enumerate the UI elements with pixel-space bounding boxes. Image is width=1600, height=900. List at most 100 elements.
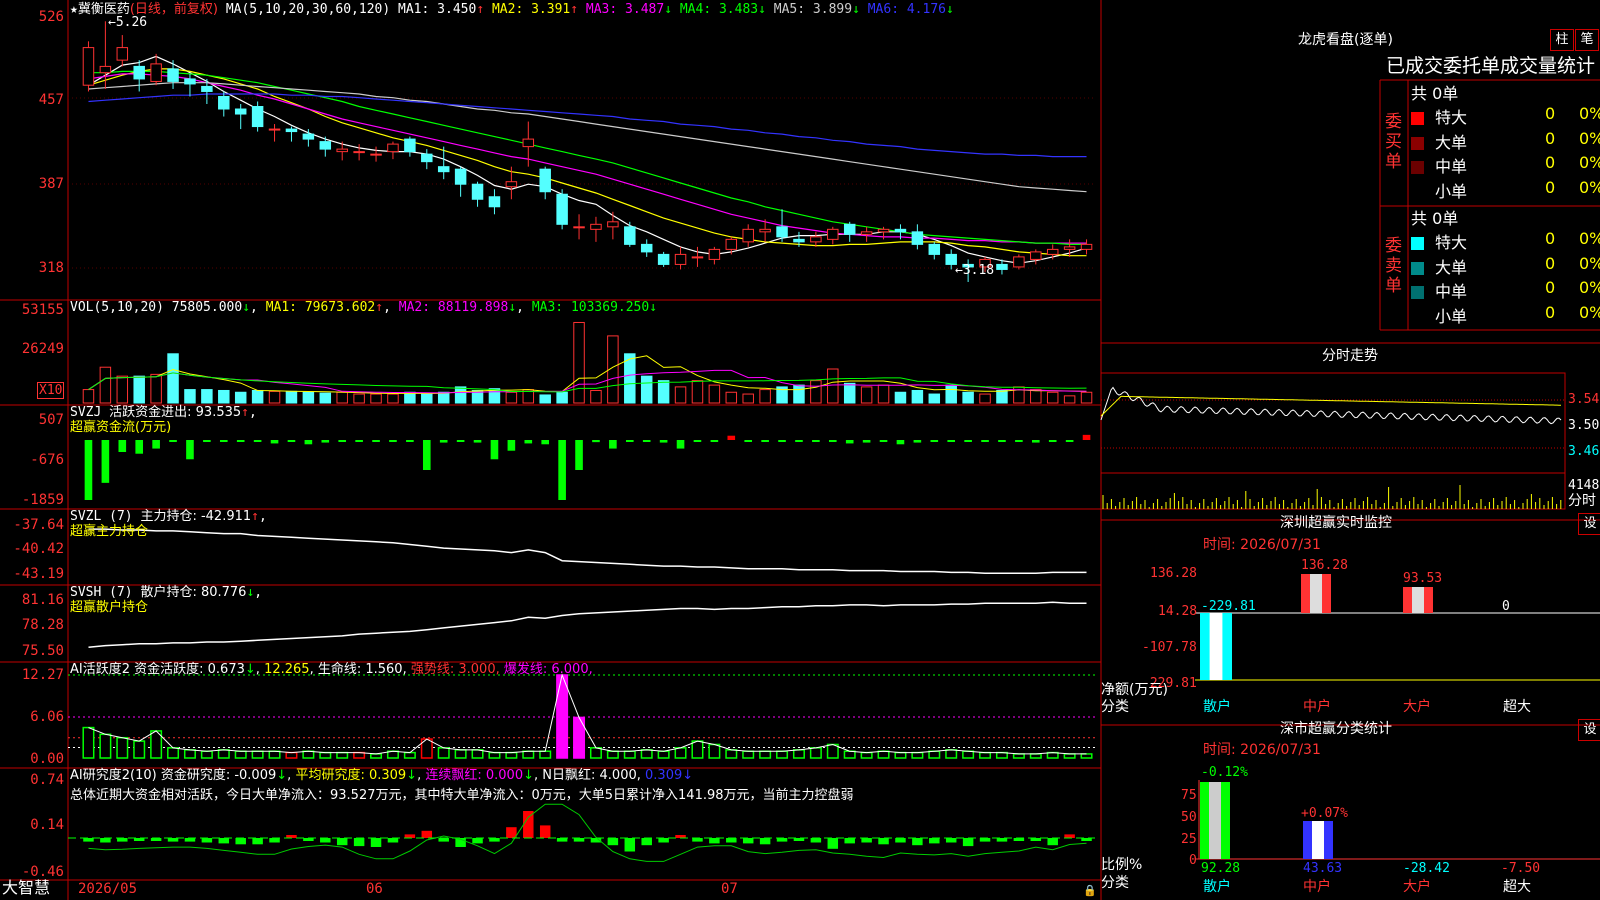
svzl-subtitle: 超赢主力持仓 bbox=[70, 524, 149, 539]
candle-body bbox=[201, 85, 213, 92]
ai2-bar bbox=[844, 838, 855, 844]
svzj-axis-label: -676 bbox=[30, 452, 64, 468]
sz-category: 中户 bbox=[1303, 699, 1331, 715]
ai1-bar bbox=[217, 749, 230, 759]
sz-axis-label: 14.28 bbox=[1158, 604, 1198, 619]
tick-mode-button[interactable]: 笔 bbox=[1575, 29, 1599, 51]
candle-body bbox=[725, 238, 738, 250]
svzj-bar bbox=[642, 440, 651, 442]
candle-body bbox=[827, 228, 839, 240]
bar-mode-button[interactable]: 柱 bbox=[1550, 29, 1574, 51]
ai1-bar bbox=[995, 751, 1008, 759]
ai2-bar bbox=[421, 830, 433, 838]
ai2-bar bbox=[573, 838, 585, 842]
high-marker-value: 5.26 bbox=[115, 15, 148, 30]
candle-body bbox=[894, 228, 907, 233]
candle-body bbox=[302, 133, 315, 140]
order-pct: 0% bbox=[1579, 229, 1600, 248]
main-chart-canvas[interactable] bbox=[0, 0, 1600, 900]
svzj-name: 活跃资金进出: 93.535 bbox=[109, 405, 242, 420]
sz-cat-title: 分类 bbox=[1101, 699, 1129, 715]
ai2-bar bbox=[184, 838, 196, 842]
vol-unit-badge[interactable]: X10 bbox=[37, 382, 65, 399]
svzj-bar bbox=[101, 440, 110, 483]
svzl-line bbox=[88, 528, 1087, 575]
lock-icon[interactable]: 🔒 bbox=[1083, 883, 1097, 898]
ai1-bar bbox=[133, 740, 146, 759]
vol-value: 75805.000 bbox=[171, 300, 243, 315]
candle-body bbox=[234, 108, 247, 115]
low-marker-value: 3.18 bbox=[962, 263, 995, 278]
volume-bar bbox=[928, 393, 941, 404]
cls-stats-title: 深市超赢分类统计 bbox=[1280, 721, 1392, 737]
ma-line-1 bbox=[88, 55, 1087, 264]
svzj-bar bbox=[778, 440, 786, 442]
candle-body bbox=[793, 238, 805, 243]
volume-bar bbox=[336, 391, 348, 404]
volume-bar bbox=[218, 389, 230, 404]
order-pct: 0% bbox=[1579, 104, 1600, 123]
ai1-bar bbox=[1012, 753, 1025, 759]
ai1-title: AI活跃度2 bbox=[70, 662, 130, 677]
svsh-line bbox=[88, 601, 1087, 649]
panel-frame bbox=[0, 0, 1600, 900]
svzl-header: SVZL (7) 主力持仓: -42.911↑, bbox=[70, 509, 267, 524]
ai1-bar bbox=[1063, 753, 1076, 759]
svzj-bar bbox=[812, 440, 820, 442]
ai1-bar bbox=[606, 750, 619, 759]
candle-body bbox=[336, 148, 348, 153]
ai1-bar bbox=[759, 750, 772, 759]
order-row: 大单 0 0% bbox=[1411, 128, 1600, 152]
volume-bar bbox=[150, 373, 162, 404]
svzj-bar bbox=[135, 440, 144, 454]
ai1-bar bbox=[539, 750, 552, 759]
ai2-summary: 总体近期大资金相对活跃，今日大单净流入：93.527万元，其中特大单净流入：0万… bbox=[70, 788, 854, 803]
ai2-bar bbox=[83, 838, 94, 842]
ai2-bar bbox=[996, 838, 1008, 842]
volume-bar bbox=[454, 386, 467, 404]
candle-body bbox=[691, 256, 704, 259]
ai2-bar bbox=[895, 838, 906, 843]
candle-body bbox=[353, 151, 365, 154]
svzj-bar bbox=[896, 440, 905, 445]
order-pct: 0% bbox=[1579, 278, 1600, 297]
svzj-bar bbox=[152, 440, 160, 449]
ai1-bar bbox=[285, 751, 298, 759]
svzj-bar bbox=[964, 440, 972, 442]
order-count: 0 bbox=[1545, 128, 1556, 148]
ai2-bar bbox=[404, 834, 416, 838]
candle-body bbox=[505, 181, 518, 188]
sz-axis-title: 净额(万元) bbox=[1101, 682, 1168, 698]
svzj-bar bbox=[727, 435, 736, 440]
ai2-bar bbox=[929, 838, 940, 844]
svzl-name: 主力持仓: -42.911 bbox=[140, 509, 252, 524]
svzl-axis-label: -43.19 bbox=[13, 566, 64, 582]
ma1-arrow: ↑ bbox=[476, 2, 485, 17]
svzj-bar bbox=[219, 440, 228, 442]
sz-settings-button[interactable]: 设 bbox=[1578, 513, 1600, 535]
candle-body bbox=[116, 47, 129, 61]
ai1-header: AI活跃度2 资金活跃度: 0.673↓, 12.265, 生命线: 1.560… bbox=[70, 662, 593, 677]
ma-line-6 bbox=[88, 93, 1087, 158]
ai1-bar bbox=[674, 747, 687, 759]
sz-bar-value: 93.53 bbox=[1403, 571, 1443, 586]
vol-axis-label: 53155 bbox=[21, 302, 64, 318]
candle-body bbox=[268, 128, 281, 131]
svzj-bar bbox=[1065, 440, 1074, 442]
candle-body bbox=[133, 65, 145, 80]
ai1-v2: 12.265 bbox=[264, 662, 310, 677]
cls-axis-label: 50 bbox=[1181, 810, 1197, 825]
svzj-bar bbox=[372, 440, 380, 442]
volume-bar bbox=[843, 382, 856, 404]
volume-bar bbox=[167, 353, 179, 404]
volume-bar bbox=[353, 393, 365, 404]
ai1-bar bbox=[962, 750, 975, 759]
star-icon[interactable]: ★ bbox=[70, 2, 78, 17]
ai2-arrow: ↓ bbox=[276, 768, 288, 783]
svzj-bar bbox=[1048, 440, 1057, 442]
cls-settings-button[interactable]: 设 bbox=[1578, 719, 1600, 741]
volume-bar bbox=[962, 391, 974, 404]
ai1-name: 资金活跃度: 0.673 bbox=[134, 662, 245, 677]
volume-bar bbox=[404, 391, 416, 404]
ai2-bar bbox=[658, 838, 669, 843]
